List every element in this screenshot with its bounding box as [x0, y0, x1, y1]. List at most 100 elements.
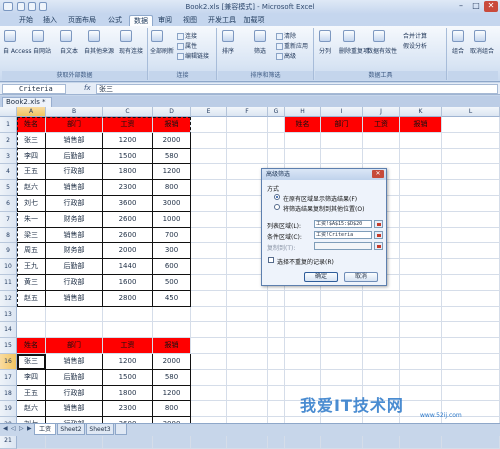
main-table-cell[interactable]: 300 — [153, 243, 191, 260]
advanced-button[interactable]: 高级 — [276, 51, 296, 60]
cell[interactable] — [191, 117, 227, 133]
remove-duplicates-button[interactable]: 删除重复项 — [339, 46, 369, 55]
row-header-12[interactable]: 12 — [0, 290, 17, 307]
cell[interactable] — [400, 354, 442, 370]
cell[interactable] — [400, 338, 442, 354]
column-header-F[interactable]: F — [227, 107, 268, 117]
column-header-I[interactable]: I — [321, 107, 363, 117]
main-table-cell[interactable]: 李四 — [17, 148, 46, 165]
cell[interactable] — [285, 354, 321, 370]
dialog-close-button[interactable]: ✕ — [372, 170, 384, 178]
cell[interactable] — [400, 290, 442, 307]
cell[interactable] — [191, 369, 227, 386]
lower-table-cell[interactable]: 2000 — [153, 354, 191, 370]
cell[interactable] — [363, 290, 400, 307]
lower-table-header-cell[interactable]: 工资 — [103, 338, 153, 354]
properties-button[interactable]: 属性 — [177, 41, 197, 50]
text-to-columns-button[interactable]: 分列 — [319, 46, 331, 55]
row-header-15[interactable]: 15 — [0, 338, 17, 354]
main-table-cell[interactable]: 2600 — [103, 211, 153, 228]
cell[interactable] — [191, 338, 227, 354]
cell[interactable] — [285, 322, 321, 339]
cell[interactable] — [442, 164, 500, 181]
cell[interactable] — [400, 132, 442, 149]
main-table-cell[interactable]: 1800 — [103, 164, 153, 181]
main-table-cell[interactable]: 销售部 — [46, 180, 103, 196]
main-table-cell[interactable]: 张三 — [17, 132, 46, 149]
cell[interactable] — [400, 227, 442, 244]
main-table-cell[interactable]: 2800 — [103, 290, 153, 307]
cell[interactable] — [17, 322, 46, 339]
cell[interactable] — [227, 369, 268, 386]
name-box[interactable]: Criteria — [2, 84, 66, 94]
cell[interactable] — [191, 275, 227, 291]
main-table-cell[interactable]: 2000 — [103, 243, 153, 260]
main-table-cell[interactable]: 销售部 — [46, 132, 103, 149]
cell[interactable] — [321, 148, 363, 165]
main-table-cell[interactable]: 1600 — [103, 275, 153, 291]
maximize-button[interactable]: □ — [469, 1, 483, 12]
cell[interactable] — [17, 306, 46, 323]
main-table-cell[interactable]: 赵六 — [17, 180, 46, 196]
column-header-A[interactable]: A — [17, 107, 46, 117]
cell[interactable] — [321, 306, 363, 323]
cell[interactable] — [268, 322, 285, 339]
row-header-5[interactable]: 5 — [0, 180, 17, 196]
cell[interactable] — [227, 148, 268, 165]
criteria-range-picker-icon[interactable] — [374, 231, 383, 239]
cell[interactable] — [442, 275, 500, 291]
cell[interactable] — [321, 322, 363, 339]
main-table-cell[interactable]: 600 — [153, 259, 191, 275]
cell[interactable] — [103, 322, 153, 339]
formula-input[interactable]: 张三 — [96, 84, 498, 94]
cell[interactable] — [268, 354, 285, 370]
reapply-button[interactable]: 重新应用 — [276, 41, 308, 50]
cell[interactable] — [268, 148, 285, 165]
ribbon-tab-2[interactable]: 页面布局 — [64, 15, 100, 26]
lower-table-header-cell[interactable]: 姓名 — [17, 338, 46, 354]
cell[interactable] — [400, 164, 442, 181]
cell[interactable] — [191, 196, 227, 212]
ribbon-tab-5[interactable]: 审阅 — [154, 15, 176, 26]
lower-table-cell[interactable]: 1800 — [103, 385, 153, 402]
from-access-button[interactable]: 自 Access — [3, 46, 31, 55]
cell[interactable] — [442, 148, 500, 165]
cell[interactable] — [363, 354, 400, 370]
main-table-cell[interactable]: 行政部 — [46, 275, 103, 291]
main-table-cell[interactable]: 销售部 — [46, 227, 103, 244]
main-table-cell[interactable]: 后勤部 — [46, 259, 103, 275]
row-header-17[interactable]: 17 — [0, 369, 17, 386]
cell[interactable] — [321, 338, 363, 354]
cell[interactable] — [268, 290, 285, 307]
cell[interactable] — [285, 306, 321, 323]
cell[interactable] — [442, 132, 500, 149]
cell[interactable] — [268, 117, 285, 133]
main-table-header-cell[interactable]: 报销 — [153, 117, 191, 133]
cell[interactable] — [363, 148, 400, 165]
main-table-cell[interactable]: 1000 — [153, 211, 191, 228]
row-header-14[interactable]: 14 — [0, 322, 17, 339]
cell[interactable] — [285, 369, 321, 386]
cell[interactable] — [227, 290, 268, 307]
cell[interactable] — [227, 132, 268, 149]
main-table-cell[interactable]: 700 — [153, 227, 191, 244]
unique-records-checkbox[interactable] — [268, 257, 274, 263]
from-other-button[interactable]: 自其他来源 — [84, 46, 114, 55]
column-header-L[interactable]: L — [442, 107, 500, 117]
cell[interactable] — [191, 385, 227, 402]
cell[interactable] — [363, 132, 400, 149]
fx-icon[interactable]: fx — [84, 84, 91, 92]
cell[interactable] — [191, 322, 227, 339]
cell[interactable] — [400, 180, 442, 196]
close-button[interactable]: ✕ — [484, 1, 498, 12]
cell[interactable] — [442, 338, 500, 354]
lower-table-cell[interactable]: 张三 — [17, 354, 46, 370]
main-table-cell[interactable]: 2600 — [103, 227, 153, 244]
cell[interactable] — [191, 401, 227, 418]
document-tab-book2[interactable]: Book2.xls * — [2, 97, 52, 107]
cell[interactable] — [442, 196, 500, 212]
lower-table-cell[interactable]: 李四 — [17, 369, 46, 386]
cell[interactable] — [400, 385, 442, 402]
cell[interactable] — [321, 369, 363, 386]
ribbon-tab-7[interactable]: 开发工具 — [204, 15, 240, 26]
